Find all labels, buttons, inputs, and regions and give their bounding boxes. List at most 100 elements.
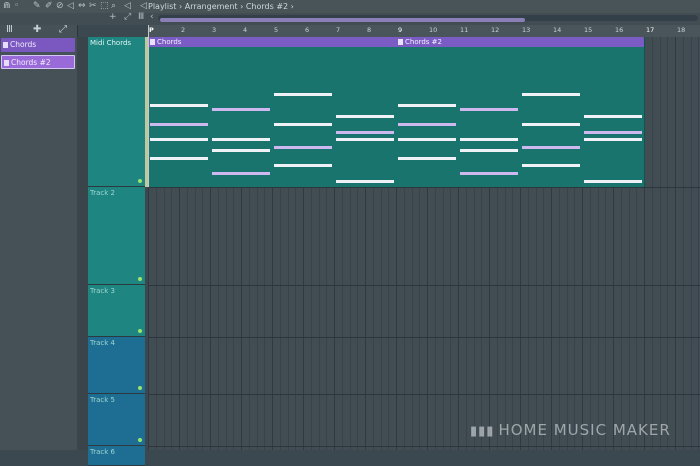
midi-note	[522, 123, 580, 126]
midi-note	[460, 149, 518, 152]
grid-line	[682, 37, 684, 450]
breadcrumb-arrangement[interactable]: Arrangement	[185, 0, 238, 13]
playlist-toolbar: ⋒ ◦ ✎ ✐ ⊘ ◁ ⇔ ✂ ⬚ ⌕ ◁ ◁ Playlist › Arran…	[0, 0, 700, 14]
breadcrumb-pattern[interactable]: Chords #2	[246, 0, 288, 13]
bar-number-2: 2	[181, 26, 186, 34]
midi-note	[150, 157, 208, 160]
shrink-icon[interactable]: ⤢	[124, 12, 131, 22]
clip-header[interactable]: Chords	[148, 37, 396, 47]
pattern-icon	[150, 39, 155, 45]
midi-note	[460, 138, 518, 141]
picker-tools: Ⅲ ✚ ⤢	[0, 24, 77, 37]
midi-note	[584, 138, 642, 141]
midi-note	[522, 146, 580, 149]
slip-icon[interactable]: ⇔	[78, 0, 86, 13]
bar-number-6: 6	[305, 26, 310, 34]
midi-note	[522, 93, 580, 96]
hint-icon[interactable]: ◦	[14, 0, 19, 13]
add-icon[interactable]: ✚	[33, 24, 41, 35]
midi-note	[150, 104, 208, 107]
bar-number-3: 3	[212, 26, 217, 34]
clip-header[interactable]: Chords #2	[396, 37, 644, 47]
track-enable-led[interactable]	[138, 179, 142, 183]
bar-number-12: 12	[491, 26, 500, 34]
bar-number-16: 16	[615, 26, 624, 34]
delete-icon[interactable]: ⊘	[56, 0, 64, 13]
pattern-item-chords[interactable]: Chords	[1, 38, 75, 52]
track-header-track-5[interactable]: Track 5	[88, 394, 145, 446]
track-header-midi-chords[interactable]: Midi Chords	[88, 37, 145, 187]
track-divider	[148, 187, 700, 188]
add-icon[interactable]: +	[109, 12, 117, 22]
bar-number-8: 8	[367, 26, 372, 34]
track-lock-strip	[77, 37, 88, 450]
bar-number-15: 15	[584, 26, 593, 34]
bar-number-13: 13	[522, 26, 531, 34]
watermark: ▮▮▮ HOME MUSIC MAKER	[470, 421, 671, 439]
pencil-icon[interactable]: ✎	[33, 0, 41, 13]
bar-number-10: 10	[429, 26, 438, 34]
scrollbar-thumb[interactable]	[160, 18, 525, 22]
midi-note	[460, 108, 518, 111]
bar-number-14: 14	[553, 26, 562, 34]
track-enable-led[interactable]	[138, 329, 142, 333]
pattern-item-chords-2[interactable]: Chords #2	[1, 55, 75, 69]
pattern-icon	[398, 39, 403, 45]
midi-note	[274, 164, 332, 167]
midi-note	[336, 180, 394, 183]
pattern-icon	[3, 42, 8, 48]
midi-note	[212, 108, 270, 111]
song-start-marker[interactable]: P	[149, 26, 154, 34]
picker-panel	[0, 25, 78, 450]
grid-line	[667, 37, 669, 450]
midi-note	[460, 172, 518, 175]
midi-note	[584, 115, 642, 118]
track-enable-led[interactable]	[138, 386, 142, 390]
midi-note	[274, 123, 332, 126]
midi-note	[212, 149, 270, 152]
track-headers: Midi Chords Track 2 Track 3 Track 4 Trac…	[88, 37, 145, 466]
midi-note	[398, 104, 456, 107]
horizontal-scrollbar[interactable]	[158, 15, 698, 22]
pattern-clip-chords[interactable]: Chords	[148, 37, 397, 188]
pattern-clip-chords-2[interactable]: Chords #2	[396, 37, 645, 188]
midi-note	[212, 138, 270, 141]
midi-note	[336, 131, 394, 134]
track-header-track-6[interactable]: Track 6	[88, 446, 145, 466]
slice-icon[interactable]: ✂	[89, 0, 97, 13]
track-enable-led[interactable]	[138, 438, 142, 442]
track-header-track-4[interactable]: Track 4	[88, 337, 145, 394]
bar-number-18: 18	[677, 26, 686, 34]
track-divider	[148, 337, 700, 338]
grid-line	[690, 37, 692, 450]
magnet-icon[interactable]: ⋒	[3, 0, 11, 13]
playhead[interactable]	[148, 25, 149, 187]
track-divider	[148, 446, 700, 447]
pattern-icon	[4, 60, 9, 66]
resize-icon[interactable]: ⤢	[59, 24, 67, 35]
select-icon[interactable]: ⬚	[100, 0, 109, 13]
scroll-left-icon[interactable]: ‹	[150, 12, 154, 22]
track-header-track-3[interactable]: Track 3	[88, 285, 145, 337]
track-enable-led[interactable]	[138, 277, 142, 281]
midi-note	[150, 123, 208, 126]
midi-note	[398, 138, 456, 141]
midi-note	[336, 138, 394, 141]
soundwave-bars-icon: ▮▮▮	[470, 424, 495, 439]
grid-line	[659, 37, 661, 450]
midi-note	[584, 131, 642, 134]
mute-icon[interactable]: ◁	[67, 0, 74, 13]
bar-number-17: 17	[646, 26, 655, 34]
paint-icon[interactable]: ✐	[45, 0, 53, 13]
secondary-toolbar: + ⤢ Ⅲ ‹	[0, 12, 700, 25]
breadcrumb: Playlist › Arrangement › Chords #2 ›	[148, 0, 294, 13]
midi-note	[584, 180, 642, 183]
bar-number-5: 5	[274, 26, 279, 34]
track-divider	[148, 285, 700, 286]
piano-icon[interactable]: Ⅲ	[138, 12, 144, 22]
arrangement-grid[interactable]: Chords Chords #2	[148, 37, 700, 450]
grid-line	[651, 37, 653, 450]
midi-note	[336, 115, 394, 118]
piano-roll-icon[interactable]: Ⅲ	[6, 24, 13, 35]
track-header-track-2[interactable]: Track 2	[88, 187, 145, 285]
